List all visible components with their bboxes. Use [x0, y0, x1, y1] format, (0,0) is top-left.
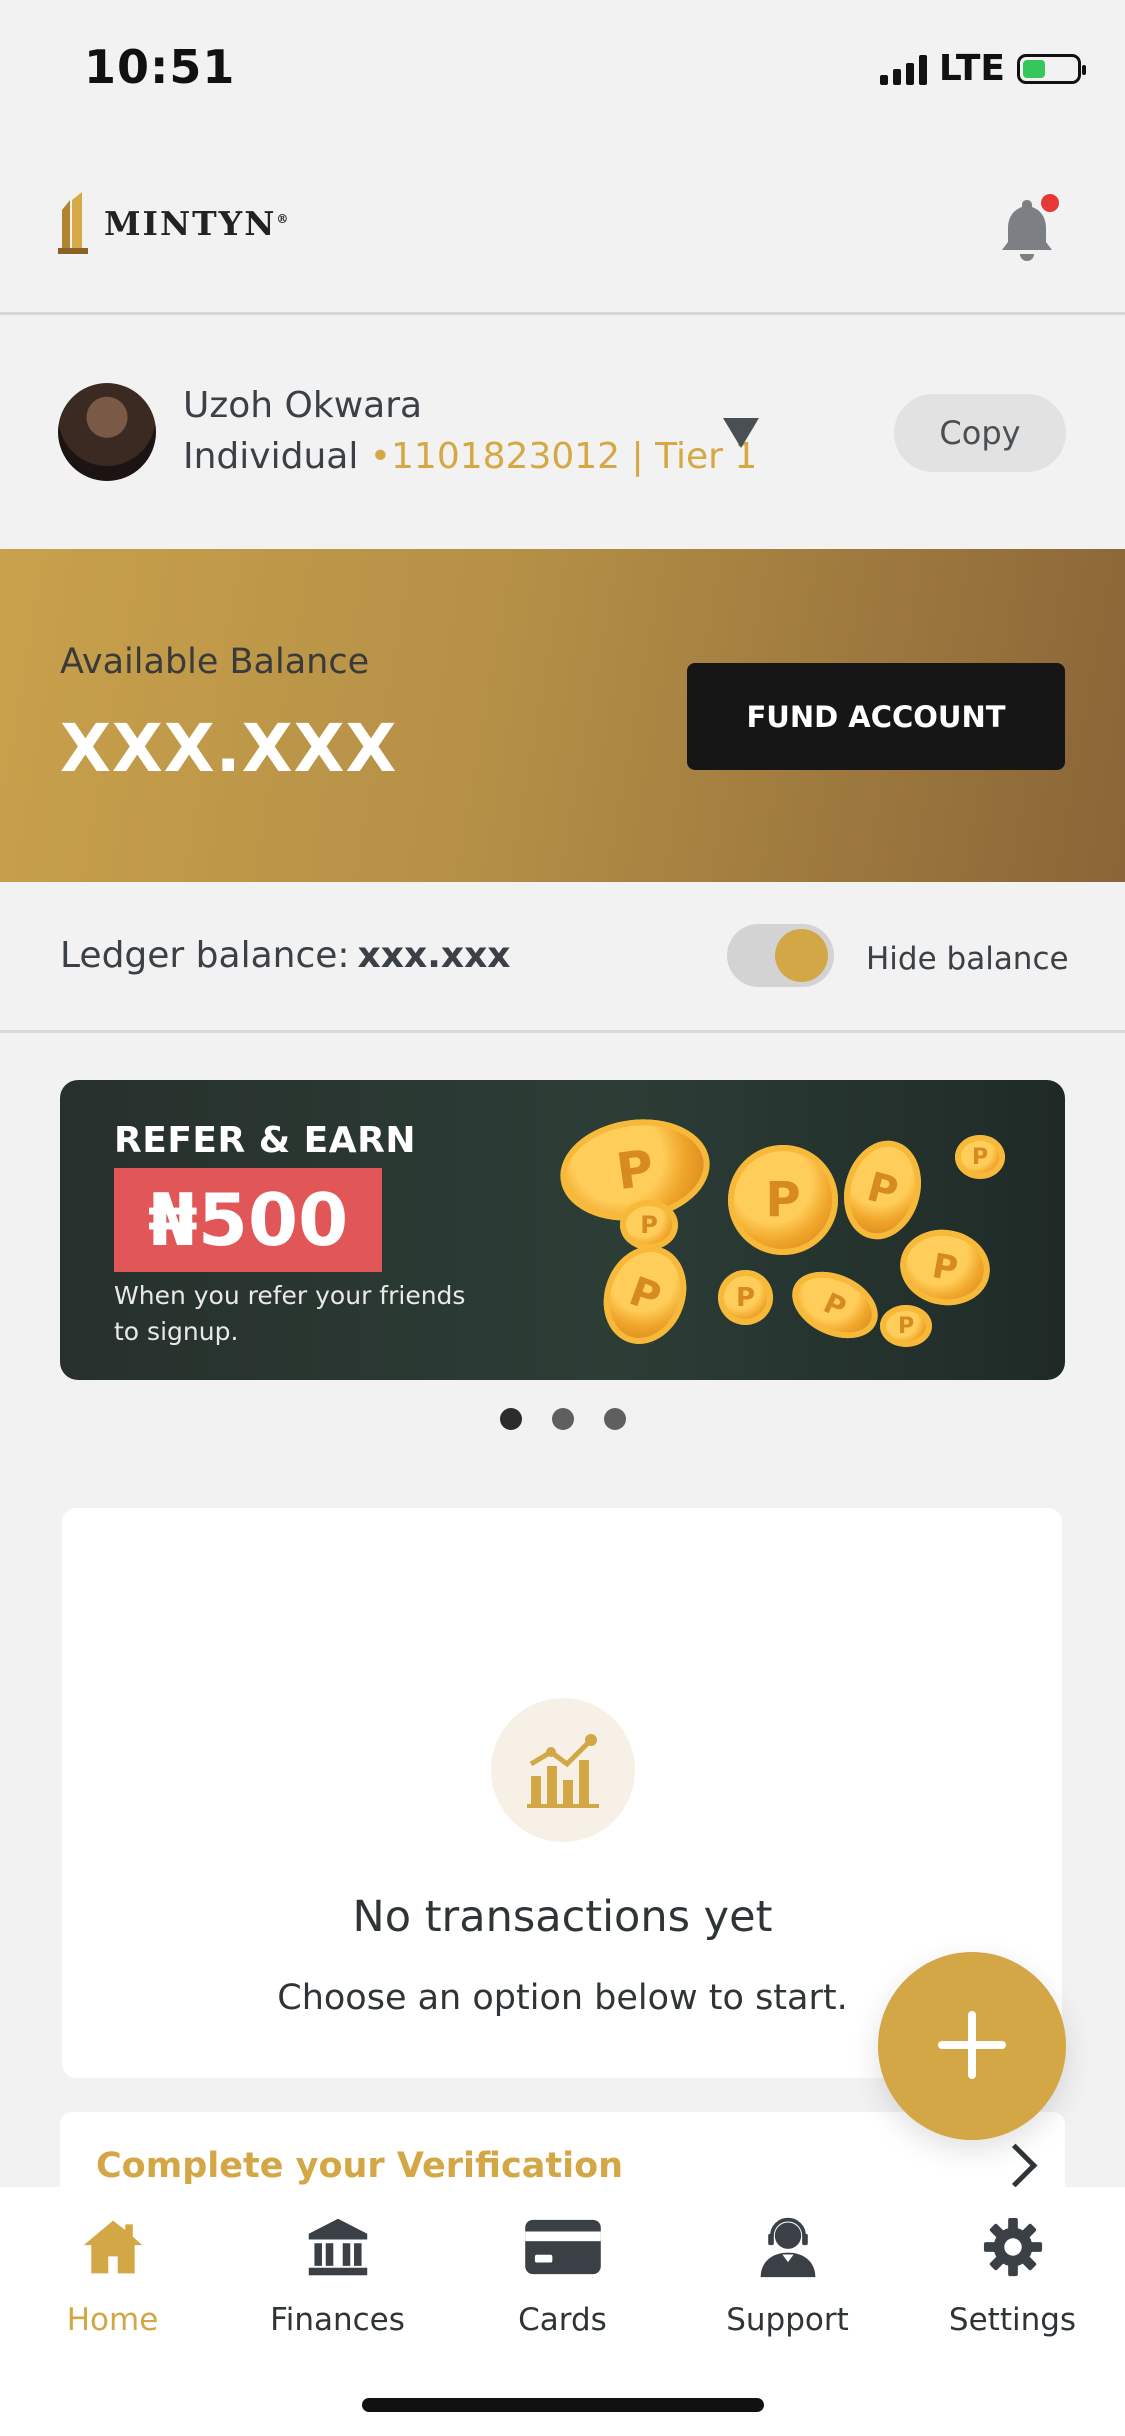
coin-icon: P: [880, 1305, 932, 1347]
empty-transactions-title: No transactions yet: [352, 1892, 773, 1942]
header-divider: [0, 312, 1125, 315]
account-number: 1101823012: [391, 436, 621, 477]
account-bullet: •: [369, 436, 392, 477]
home-indicator: [362, 2398, 764, 2412]
available-balance-value: XXX.XXX: [60, 710, 398, 787]
tab-label: Home: [66, 2302, 159, 2338]
ledger-balance-label: Ledger balance:: [60, 935, 350, 976]
tab-finances[interactable]: Finances: [225, 2212, 450, 2338]
account-details: Individual •1101823012 | Tier 1: [183, 436, 757, 477]
logo-mark-icon: [58, 192, 88, 254]
tab-label: Finances: [270, 2302, 405, 2338]
notification-bell-button[interactable]: [991, 192, 1063, 264]
tab-settings[interactable]: Settings: [900, 2212, 1125, 2338]
complete-verification-label: Complete your Verification: [96, 2146, 624, 2186]
transactions-chart-icon: [491, 1698, 635, 1842]
carousel-indicator: [0, 1408, 1125, 1430]
account-name: Uzoh Okwara: [183, 385, 423, 426]
coin-icon: P: [955, 1135, 1005, 1179]
bank-icon: [295, 2212, 381, 2282]
copy-account-button[interactable]: Copy: [894, 394, 1066, 472]
network-type: LTE: [938, 48, 1005, 89]
add-action-button[interactable]: [878, 1952, 1066, 2140]
tab-label: Cards: [518, 2302, 607, 2338]
tab-label: Support: [726, 2302, 849, 2338]
support-agent-icon: [745, 2212, 831, 2282]
hide-balance-toggle[interactable]: [727, 924, 834, 987]
notification-dot: [1041, 194, 1059, 212]
tab-label: Settings: [948, 2302, 1077, 2338]
hide-balance-label: Hide balance: [866, 941, 1069, 977]
account-type: Individual: [183, 436, 359, 477]
home-icon: [70, 2212, 156, 2282]
available-balance-label: Available Balance: [60, 642, 370, 682]
promo-amount: ₦500: [114, 1168, 382, 1272]
status-time: 10:51: [84, 40, 236, 94]
tab-cards[interactable]: Cards: [450, 2212, 675, 2338]
ledger-balance: Ledger balance: xxx.xxx: [60, 935, 511, 976]
battery-icon: [1017, 53, 1086, 84]
coin-icon: P: [728, 1145, 838, 1255]
tab-support[interactable]: Support: [675, 2212, 900, 2338]
card-icon: [520, 2212, 606, 2282]
gear-icon: [970, 2212, 1056, 2282]
carousel-dot[interactable]: [603, 1408, 626, 1430]
signal-icon: [879, 53, 927, 85]
carousel-dot[interactable]: [499, 1408, 522, 1430]
fund-account-button[interactable]: FUND ACCOUNT: [687, 663, 1065, 770]
coin-icon: P: [894, 1222, 996, 1313]
toggle-knob: [775, 929, 828, 982]
promo-title: REFER & EARN: [114, 1120, 416, 1161]
account-switch-dropdown-icon[interactable]: [723, 418, 759, 448]
avatar[interactable]: [58, 383, 156, 481]
carousel-dot[interactable]: [551, 1408, 574, 1430]
mintyn-logo: MINTYN®: [58, 192, 290, 254]
coin-icon: P: [590, 1234, 700, 1356]
promo-subtitle: When you refer your friends to signup.: [114, 1281, 466, 1346]
coin-icon: P: [781, 1258, 889, 1352]
ledger-divider: [0, 1030, 1125, 1033]
ledger-balance-value: xxx.xxx: [357, 935, 511, 976]
logo-text: MINTYN®: [104, 203, 291, 243]
status-indicators: LTE: [879, 48, 1086, 89]
coin-icon: P: [718, 1270, 773, 1325]
tab-home[interactable]: Home: [0, 2212, 225, 2338]
